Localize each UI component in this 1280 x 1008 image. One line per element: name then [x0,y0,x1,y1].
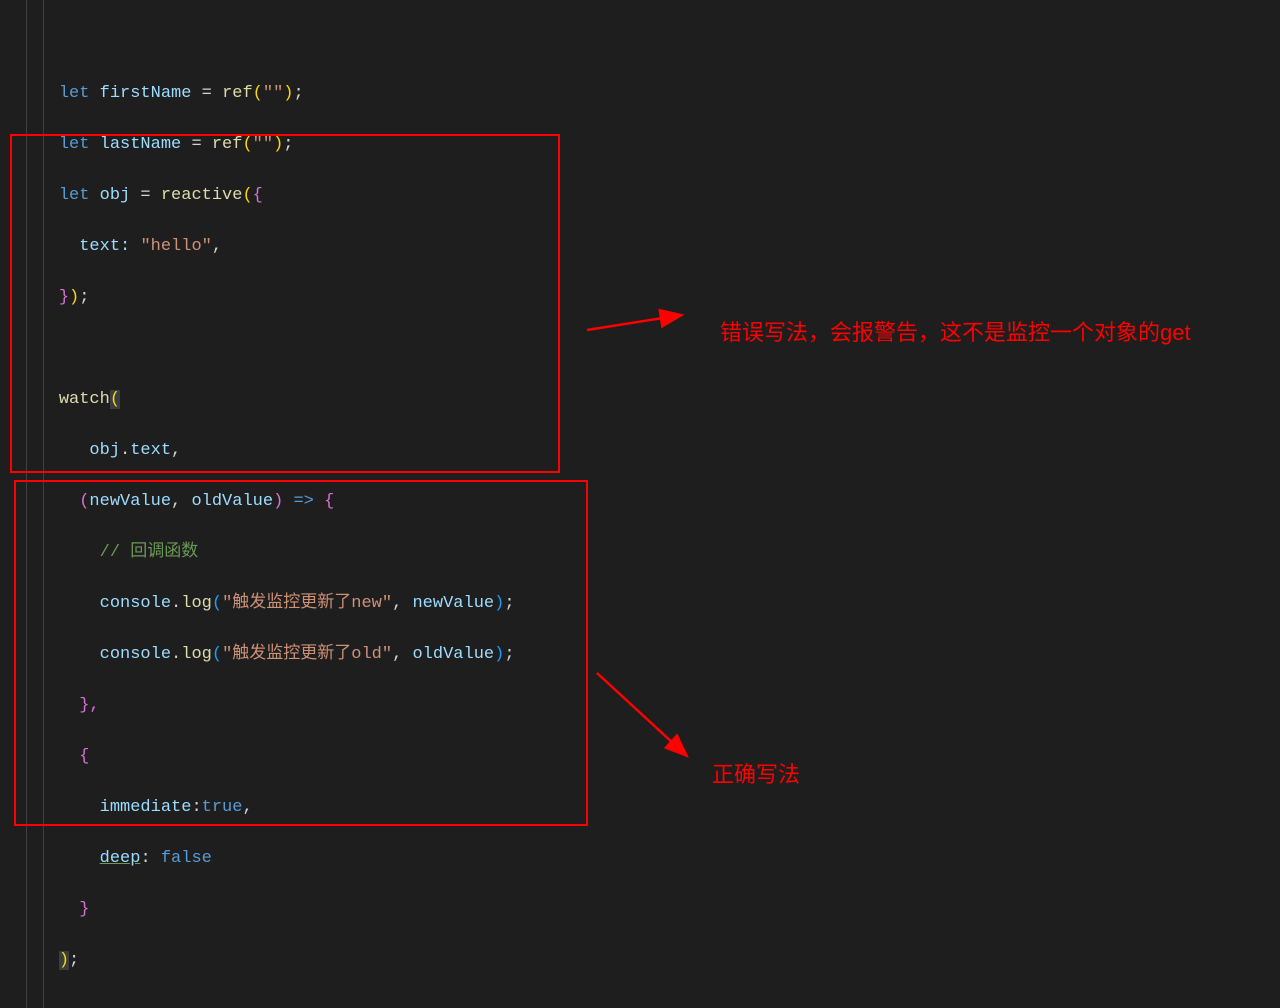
code-line: }); [18,285,1280,311]
code-line: }, [18,693,1280,719]
code-line: let lastName = ref(""); [18,132,1280,158]
code-line: console.log("触发监控更新了old", oldValue); [18,642,1280,668]
code-line: text: "hello", [18,234,1280,260]
code-line: // 回调函数 [18,540,1280,566]
code-line: { [18,744,1280,770]
code-line: deep: false [18,846,1280,872]
code-line: } [18,897,1280,923]
code-line: ); [18,948,1280,974]
annotation-text-correct: 正确写法 [712,760,800,791]
code-line: obj.text, [18,438,1280,464]
code-line: watch( [18,387,1280,413]
code-line [18,999,1280,1008]
code-editor[interactable]: let firstName = ref(""); let lastName = … [0,0,1280,1008]
code-line: let obj = reactive({ [18,183,1280,209]
code-line: let firstName = ref(""); [18,81,1280,107]
code-line: console.log("触发监控更新了new", newValue); [18,591,1280,617]
code-line: immediate:true, [18,795,1280,821]
annotation-text-wrong: 错误写法，会报警告，这不是监控一个对象的get [720,318,1280,349]
code-line: (newValue, oldValue) => { [18,489,1280,515]
